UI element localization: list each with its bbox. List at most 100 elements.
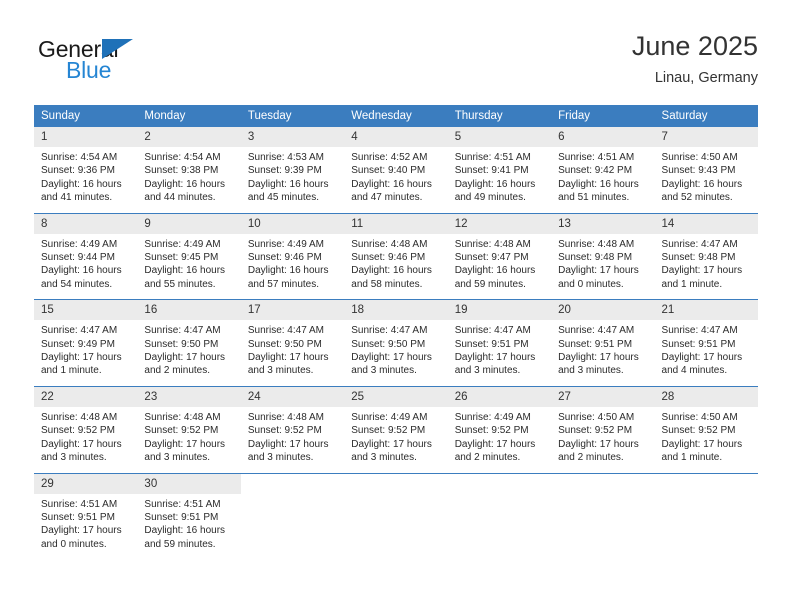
calendar-day-cell[interactable]: 8 Sunrise: 4:49 AM Sunset: 9:44 PM Daylight… xyxy=(34,212,138,300)
sunrise-text: Sunrise: 4:50 AM xyxy=(661,411,738,423)
calendar-cell-empty xyxy=(447,472,552,560)
calendar-day-cell[interactable]: 27 Sunrise: 4:50 AM Sunset: 9:52 PM Dayligh… xyxy=(551,385,655,473)
sunrise-text: Sunrise: 4:49 AM xyxy=(41,238,118,250)
day-number: 25 xyxy=(344,386,448,407)
calendar-day-cell[interactable]: 20 Sunrise: 4:47 AM Sunset: 9:51 PM Dayligh… xyxy=(551,299,655,387)
calendar-day-cell[interactable]: 10 Sunrise: 4:49 AM Sunset: 9:46 PM Dayligh… xyxy=(240,212,345,300)
sunset-text: Sunset: 9:52 PM xyxy=(351,425,426,437)
daylight-text-line1: Daylight: 16 hours xyxy=(454,265,536,277)
daylight-text-line2: and 41 minutes. xyxy=(41,192,113,204)
sunset-text: Sunset: 9:50 PM xyxy=(247,338,322,350)
calendar-day-cell[interactable]: 4 Sunrise: 4:52 AM Sunset: 9:40 PM Daylight… xyxy=(344,127,448,213)
day-details: Sunrise: 4:47 AM Sunset: 9:50 PM Daylight:… xyxy=(344,320,447,386)
daylight-text-line1: Daylight: 17 hours xyxy=(454,438,536,450)
calendar-day-cell[interactable]: 11 Sunrise: 4:48 AM Sunset: 9:46 PM Dayligh… xyxy=(344,212,448,300)
sunset-text: Sunset: 9:45 PM xyxy=(144,252,219,264)
calendar-day-cell[interactable]: 3 Sunrise: 4:53 AM Sunset: 9:39 PM Daylight… xyxy=(240,127,345,213)
sunset-text: Sunset: 9:50 PM xyxy=(144,338,219,350)
daylight-text-line2: and 1 minute. xyxy=(41,365,102,377)
sunrise-text: Sunrise: 4:48 AM xyxy=(41,411,118,423)
daylight-text-line2: and 59 minutes. xyxy=(454,278,526,290)
daylight-text-line1: Daylight: 17 hours xyxy=(558,438,639,450)
daylight-text-line2: and 2 minutes. xyxy=(144,365,211,377)
calendar-cell-empty xyxy=(654,472,758,560)
daylight-text-line1: Daylight: 16 hours xyxy=(558,178,639,190)
day-number xyxy=(654,473,758,494)
page-subtitle: Linau, Germany xyxy=(654,70,758,86)
calendar-day-cell[interactable]: 17 Sunrise: 4:47 AM Sunset: 9:50 PM Dayligh… xyxy=(240,299,345,387)
sunrise-text: Sunrise: 4:47 AM xyxy=(41,325,118,337)
daylight-text-line2: and 3 minutes. xyxy=(351,365,417,377)
day-number: 10 xyxy=(240,213,345,234)
daylight-text-line2: and 59 minutes. xyxy=(144,538,216,550)
day-details: Sunrise: 4:47 AM Sunset: 9:51 PM Daylight:… xyxy=(448,320,551,386)
sunset-text: Sunset: 9:42 PM xyxy=(558,165,633,177)
calendar-day-cell[interactable]: 5 Sunrise: 4:51 AM Sunset: 9:41 PM Daylight… xyxy=(447,127,552,213)
day-details xyxy=(655,494,758,552)
sunrise-text: Sunrise: 4:51 AM xyxy=(454,152,531,163)
calendar-day-cell[interactable]: 6 Sunrise: 4:51 AM Sunset: 9:42 PM Daylight… xyxy=(551,127,655,213)
day-number: 5 xyxy=(447,127,552,147)
title-block: June 2025 Linau, Germany xyxy=(632,30,758,88)
daylight-text-line2: and 51 minutes. xyxy=(558,192,630,204)
calendar-week-row: 1 Sunrise: 4:54 AM Sunset: 9:36 PM Daylight… xyxy=(34,127,758,213)
calendar-day-cell[interactable]: 16 Sunrise: 4:47 AM Sunset: 9:50 PM Dayligh… xyxy=(137,299,241,387)
sunset-text: Sunset: 9:40 PM xyxy=(351,165,426,177)
calendar-day-cell[interactable]: 7 Sunrise: 4:50 AM Sunset: 9:43 PM Daylight… xyxy=(654,127,758,213)
daylight-text-line1: Daylight: 16 hours xyxy=(454,178,536,190)
day-number: 19 xyxy=(447,300,552,321)
daylight-text-line1: Daylight: 16 hours xyxy=(247,178,329,190)
daylight-text-line2: and 3 minutes. xyxy=(247,365,314,377)
daylight-text-line2: and 3 minutes. xyxy=(41,452,107,464)
calendar-day-cell[interactable]: 9 Sunrise: 4:49 AM Sunset: 9:45 PM Daylight… xyxy=(137,212,241,300)
calendar-day-cell[interactable]: 12 Sunrise: 4:48 AM Sunset: 9:47 PM Dayligh… xyxy=(447,212,552,300)
calendar-day-cell[interactable]: 30 Sunrise: 4:51 AM Sunset: 9:51 PM Dayligh… xyxy=(137,472,241,560)
calendar-day-cell[interactable]: 1 Sunrise: 4:54 AM Sunset: 9:36 PM Daylight… xyxy=(34,127,138,213)
sunrise-text: Sunrise: 4:48 AM xyxy=(144,411,221,423)
daylight-text-line1: Daylight: 17 hours xyxy=(41,525,122,537)
calendar-day-cell[interactable]: 26 Sunrise: 4:49 AM Sunset: 9:52 PM Dayligh… xyxy=(447,385,552,473)
sunset-text: Sunset: 9:51 PM xyxy=(144,511,219,523)
day-number: 2 xyxy=(137,127,241,147)
sunset-text: Sunset: 9:52 PM xyxy=(661,425,736,437)
daylight-text-line2: and 2 minutes. xyxy=(558,452,624,464)
calendar-day-cell[interactable]: 14 Sunrise: 4:47 AM Sunset: 9:48 PM Dayligh… xyxy=(654,212,758,300)
sunset-text: Sunset: 9:41 PM xyxy=(454,165,529,177)
daylight-text-line1: Daylight: 17 hours xyxy=(41,352,122,364)
day-details: Sunrise: 4:48 AM Sunset: 9:46 PM Daylight:… xyxy=(344,234,447,300)
daylight-text-line2: and 4 minutes. xyxy=(661,365,728,377)
daylight-text-line2: and 1 minute. xyxy=(661,278,723,290)
calendar-day-cell[interactable]: 28 Sunrise: 4:50 AM Sunset: 9:52 PM Dayligh… xyxy=(654,385,758,473)
sunset-text: Sunset: 9:51 PM xyxy=(661,338,736,350)
calendar-day-cell[interactable]: 18 Sunrise: 4:47 AM Sunset: 9:50 PM Dayligh… xyxy=(344,299,448,387)
calendar-day-cell[interactable]: 22 Sunrise: 4:48 AM Sunset: 9:52 PM Dayligh… xyxy=(34,385,138,473)
day-details: Sunrise: 4:48 AM Sunset: 9:52 PM Daylight:… xyxy=(241,407,344,473)
day-number: 30 xyxy=(137,473,241,494)
sunset-text: Sunset: 9:52 PM xyxy=(247,425,322,437)
day-number: 18 xyxy=(344,300,448,321)
daylight-text-line1: Daylight: 17 hours xyxy=(661,352,743,364)
calendar-day-cell[interactable]: 25 Sunrise: 4:49 AM Sunset: 9:52 PM Dayligh… xyxy=(344,385,448,473)
sunrise-text: Sunrise: 4:50 AM xyxy=(558,411,635,423)
calendar-day-cell[interactable]: 13 Sunrise: 4:48 AM Sunset: 9:48 PM Dayligh… xyxy=(551,212,655,300)
day-details: Sunrise: 4:53 AM Sunset: 9:39 PM Daylight:… xyxy=(241,147,344,213)
day-number: 17 xyxy=(240,300,345,321)
day-details: Sunrise: 4:49 AM Sunset: 9:44 PM Daylight:… xyxy=(34,234,137,300)
calendar-day-cell[interactable]: 29 Sunrise: 4:51 AM Sunset: 9:51 PM Dayligh… xyxy=(34,472,138,560)
day-details: Sunrise: 4:51 AM Sunset: 9:42 PM Daylight:… xyxy=(551,147,654,213)
calendar-day-cell[interactable]: 19 Sunrise: 4:47 AM Sunset: 9:51 PM Dayligh… xyxy=(447,299,552,387)
column-header-sunday: Sunday xyxy=(34,105,138,127)
calendar-day-cell[interactable]: 24 Sunrise: 4:48 AM Sunset: 9:52 PM Dayligh… xyxy=(240,385,345,473)
calendar-day-cell[interactable]: 21 Sunrise: 4:47 AM Sunset: 9:51 PM Dayligh… xyxy=(654,299,758,387)
calendar-day-cell[interactable]: 23 Sunrise: 4:48 AM Sunset: 9:52 PM Dayligh… xyxy=(137,385,241,473)
day-number: 14 xyxy=(654,213,758,234)
day-details: Sunrise: 4:49 AM Sunset: 9:52 PM Daylight:… xyxy=(448,407,551,473)
daylight-text-line2: and 44 minutes. xyxy=(144,192,216,204)
calendar-day-cell[interactable]: 15 Sunrise: 4:47 AM Sunset: 9:49 PM Dayligh… xyxy=(34,299,138,387)
sunrise-text: Sunrise: 4:47 AM xyxy=(558,325,635,337)
calendar-day-cell[interactable]: 2 Sunrise: 4:54 AM Sunset: 9:38 PM Daylight… xyxy=(137,127,241,213)
calendar-week-row: 29 Sunrise: 4:51 AM Sunset: 9:51 PM Dayligh… xyxy=(34,472,758,560)
sunset-text: Sunset: 9:46 PM xyxy=(247,252,322,264)
daylight-text-line1: Daylight: 17 hours xyxy=(454,352,536,364)
sunset-text: Sunset: 9:51 PM xyxy=(41,511,115,523)
